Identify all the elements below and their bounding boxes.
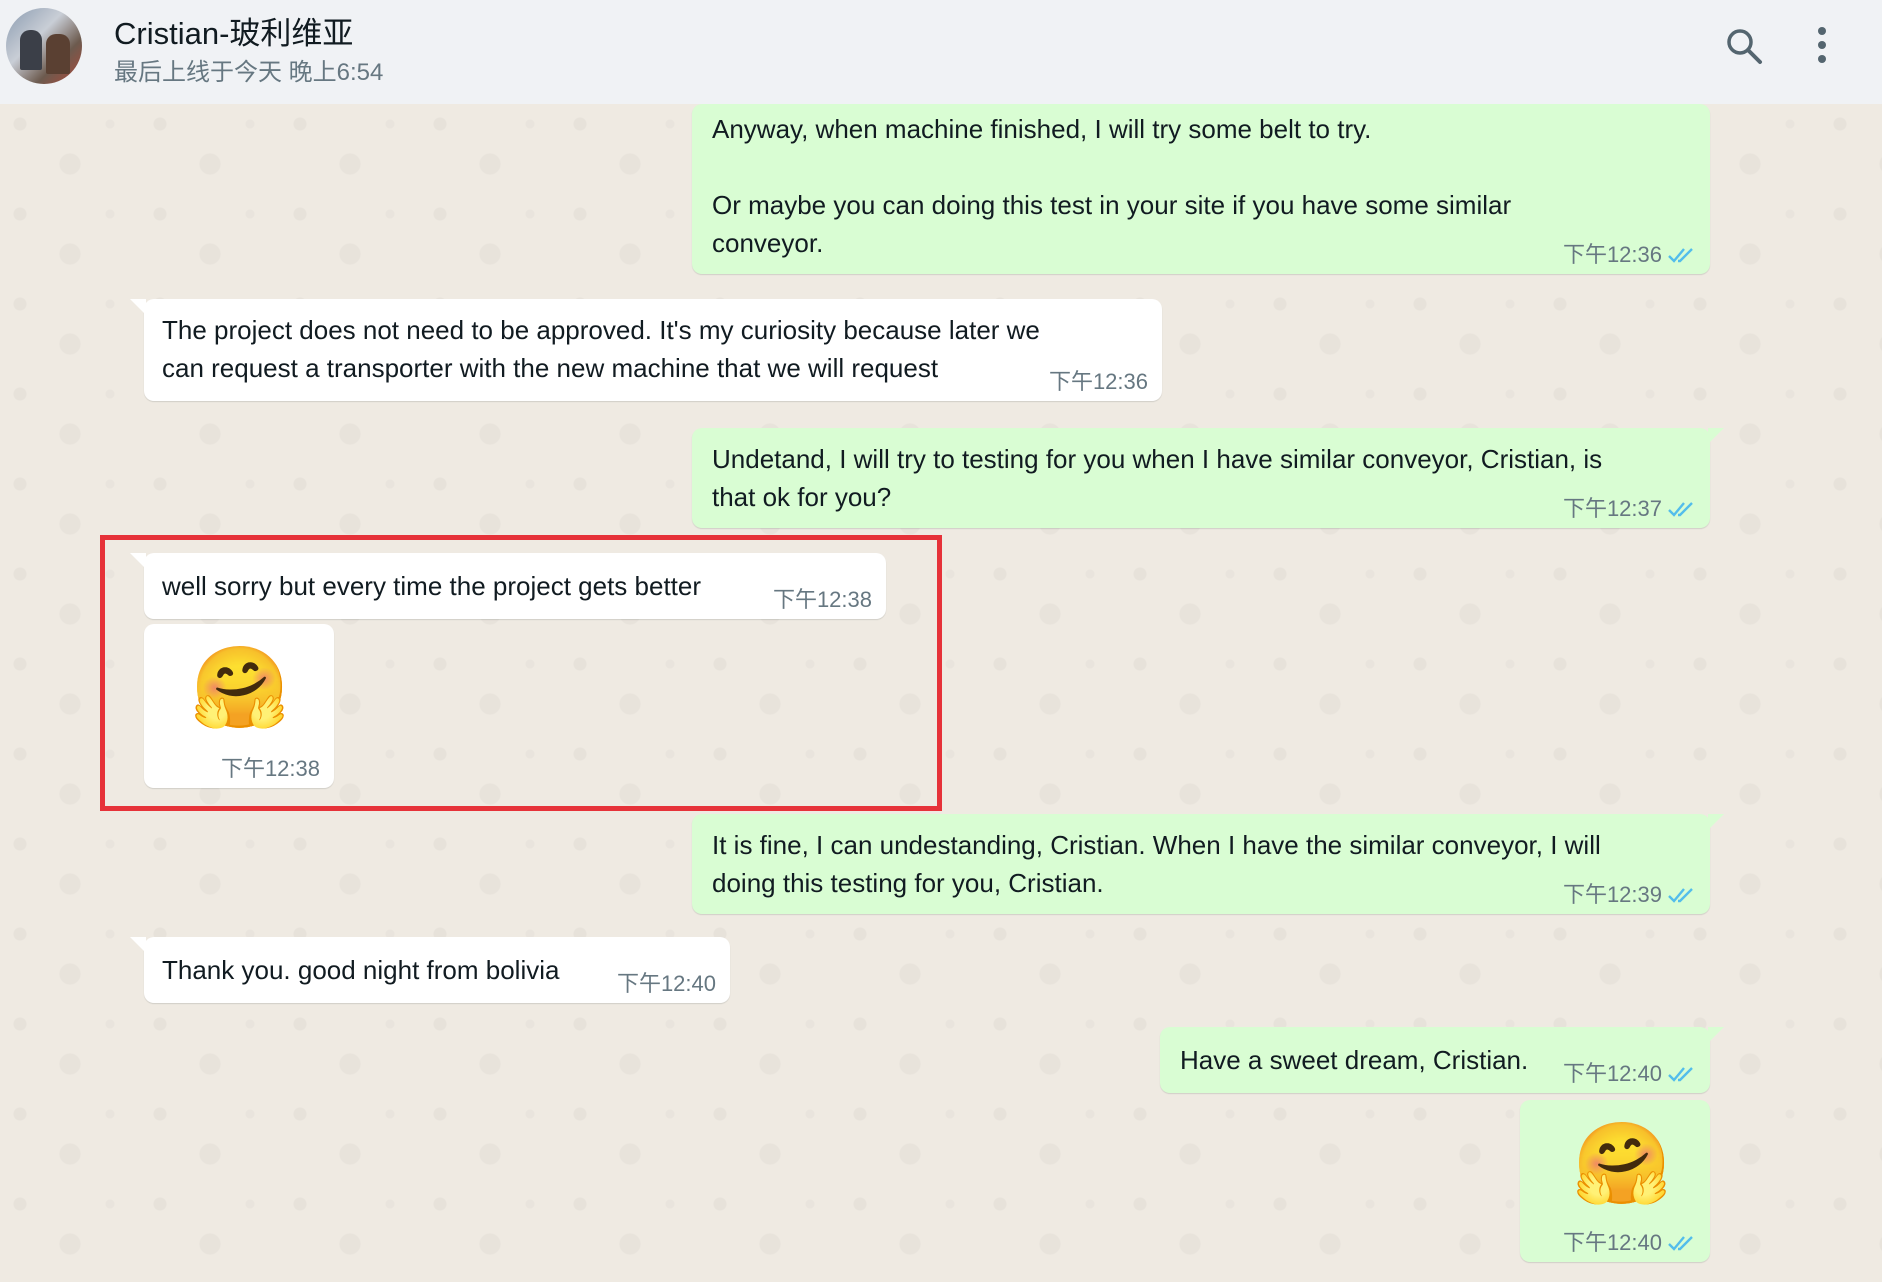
search-icon[interactable] [1724,26,1764,66]
message-text-line: can request a transporter with the new m… [162,353,939,383]
message-text-line: Or maybe you can doing this test in your… [712,190,1512,220]
message-meta: 下午12:36 [1049,369,1148,395]
message-time: 下午12:36 [1048,369,1148,394]
contact-name[interactable]: Cristian-玻利维亚 [114,8,353,53]
whatsapp-chat-window: Cristian-玻利维亚 最后上线于今天 晚上6:54 Anyway, whe… [0,0,1882,1282]
message-time: 下午12:40 [1562,1061,1662,1086]
more-vertical-icon[interactable] [1812,24,1832,66]
double-check-icon [1668,1236,1693,1251]
message-meta: 下午12:39 [1563,882,1696,908]
message-text-line: that ok for you? [712,482,892,512]
message-time: 下午12:39 [1562,882,1662,907]
message-time: 下午12:40 [616,971,716,996]
message-text-line: doing this testing for you, Cristian. [712,868,1104,898]
double-check-icon [1668,888,1693,903]
message-text-line [712,148,1690,186]
message-text-line: It is fine, I can undestanding, Cristian… [712,830,1601,860]
hugging-face-emoji: 🤗 [1572,1119,1672,1208]
outgoing-message[interactable]: Undetand, I will try to testing for you … [692,428,1724,528]
message-text-line: conveyor. [712,228,824,258]
double-check-icon [1668,1067,1693,1082]
message-time: 下午12:40 [1562,1230,1662,1255]
double-check-icon [1668,502,1693,517]
incoming-message[interactable]: Thank you. good night from bolivia 下午12:… [130,937,730,1003]
message-meta: 下午12:40 [617,971,716,997]
outgoing-message[interactable]: It is fine, I can undestanding, Cristian… [692,814,1724,914]
message-text-line: Thank you. good night from bolivia [162,955,560,985]
message-text-line: The project does not need to be approved… [162,315,1040,345]
message-text-line: Undetand, I will try to testing for you … [712,444,1603,474]
message-meta: 下午12:40 [1563,1230,1696,1256]
highlight-box [100,535,942,811]
chat-header[interactable]: Cristian-玻利维亚 最后上线于今天 晚上6:54 [0,0,1882,105]
message-text-line: Have a sweet dream, Cristian. [1180,1045,1529,1075]
message-text-line: Anyway, when machine finished, I will tr… [712,114,1372,144]
message-time: 下午12:36 [1562,242,1662,267]
last-seen-status: 最后上线于今天 晚上6:54 [114,59,384,86]
outgoing-emoji-message[interactable]: 🤗 下午12:40 [1520,1100,1710,1262]
avatar-person-right [46,34,70,74]
outgoing-message[interactable]: Have a sweet dream, Cristian. 下午12:40 [1160,1027,1724,1093]
outgoing-message[interactable]: Anyway, when machine finished, I will tr… [692,104,1710,274]
message-time: 下午12:37 [1562,496,1662,521]
message-meta: 下午12:37 [1563,496,1696,522]
incoming-message[interactable]: The project does not need to be approved… [130,299,1162,401]
contact-avatar[interactable] [6,8,82,84]
double-check-icon [1668,248,1693,263]
message-meta: 下午12:36 [1563,242,1696,268]
avatar-person-left [20,30,42,70]
message-meta: 下午12:40 [1563,1061,1696,1087]
